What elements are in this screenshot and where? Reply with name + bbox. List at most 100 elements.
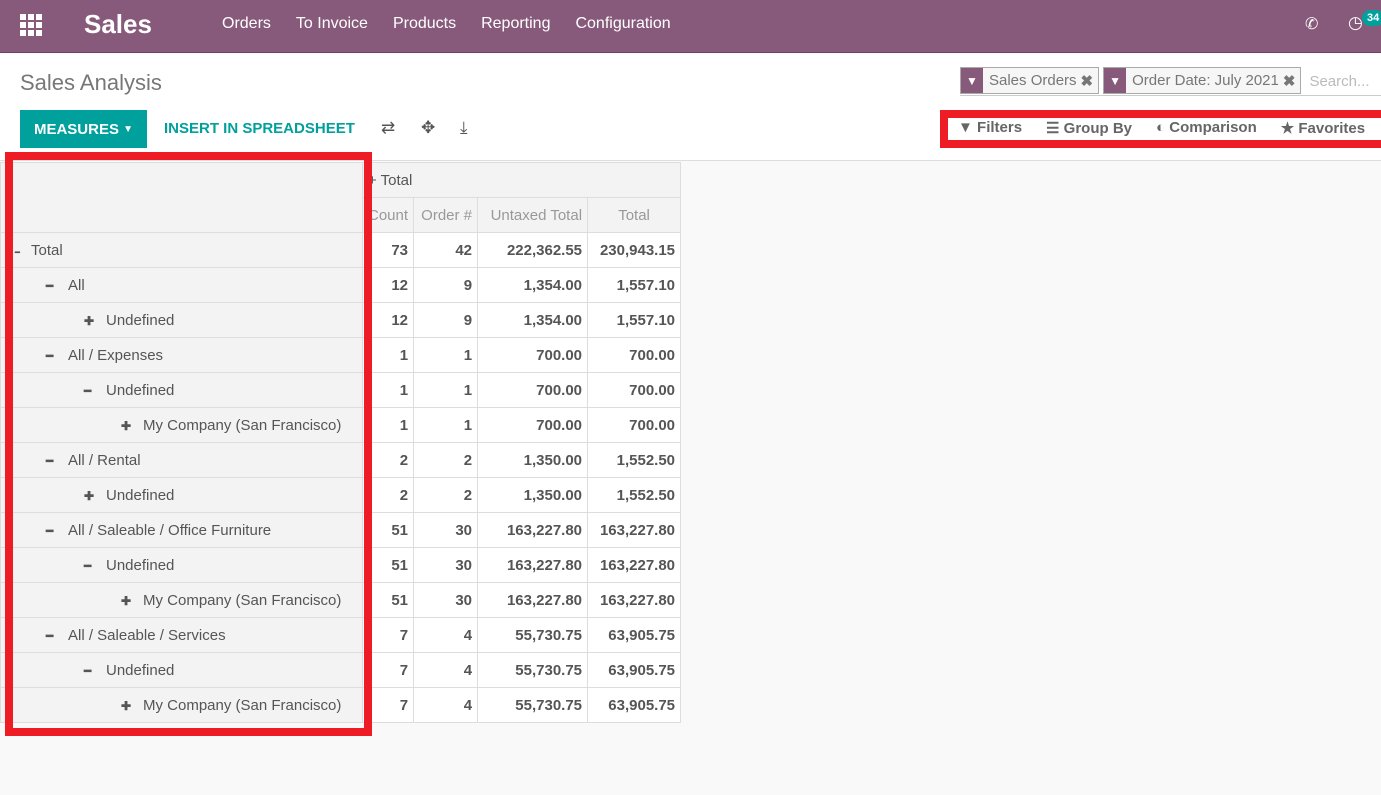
cell-value[interactable]: 51 <box>361 512 415 548</box>
app-name[interactable]: Sales <box>84 9 152 40</box>
cell-value[interactable]: 1 <box>361 337 415 373</box>
cell-value[interactable]: 700.00 <box>587 407 682 443</box>
cell-value[interactable]: 55,730.75 <box>477 617 589 653</box>
cell-value[interactable]: 12 <box>361 302 415 338</box>
remove-facet-icon[interactable]: ✖ <box>1081 72 1099 90</box>
comparison-button[interactable]: ◐ Comparison <box>1156 119 1257 137</box>
row-header[interactable]: ━ All / Expenses <box>0 337 363 373</box>
cell-value[interactable]: 9 <box>413 267 479 303</box>
cell-value[interactable]: 163,227.80 <box>477 582 589 618</box>
cell-value[interactable]: 1,354.00 <box>477 267 589 303</box>
cell-value[interactable]: 700.00 <box>477 372 589 408</box>
search-input[interactable]: Search... <box>1305 67 1369 95</box>
cell-value[interactable]: 1 <box>413 337 479 373</box>
expand-all-icon[interactable]: ✥ <box>421 118 435 138</box>
cell-value[interactable]: 700.00 <box>477 337 589 373</box>
cell-value[interactable]: 51 <box>361 547 415 583</box>
cell-value[interactable]: 2 <box>361 477 415 513</box>
row-header[interactable]: ✚ Undefined <box>0 477 363 513</box>
col-header-total[interactable]: + Total <box>361 162 682 198</box>
cell-value[interactable]: 63,905.75 <box>587 652 682 688</box>
menu-orders[interactable]: Orders <box>222 15 271 33</box>
cell-value[interactable]: 163,227.80 <box>587 582 682 618</box>
cell-value[interactable]: 4 <box>413 617 479 653</box>
cell-value[interactable]: 2 <box>361 442 415 478</box>
cell-value[interactable]: 1,552.50 <box>587 477 682 513</box>
row-header[interactable]: ✚ My Company (San Francisco) <box>0 582 363 618</box>
row-header[interactable]: ✚ My Company (San Francisco) <box>0 687 363 723</box>
cell-value[interactable]: 4 <box>413 687 479 723</box>
cell-value[interactable]: 1 <box>361 407 415 443</box>
measure-header[interactable]: Order # <box>413 197 479 233</box>
row-header[interactable]: ━ Undefined <box>0 547 363 583</box>
row-header[interactable]: ━ Undefined <box>0 372 363 408</box>
measure-header[interactable]: Count <box>361 197 415 233</box>
cell-value[interactable]: 700.00 <box>477 407 589 443</box>
cell-value[interactable]: 9 <box>413 302 479 338</box>
insert-in-spreadsheet-button[interactable]: INSERT IN SPREADSHEET <box>164 120 355 137</box>
measure-header[interactable]: Total <box>587 197 682 233</box>
cell-value[interactable]: 63,905.75 <box>587 617 682 653</box>
cell-value[interactable]: 51 <box>361 582 415 618</box>
menu-configuration[interactable]: Configuration <box>575 15 670 33</box>
cell-value[interactable]: 63,905.75 <box>587 687 682 723</box>
filters-button[interactable]: ▼ Filters <box>958 119 1022 137</box>
cell-value[interactable]: 12 <box>361 267 415 303</box>
cell-value[interactable]: 42 <box>413 232 479 268</box>
cell-value[interactable]: 1,354.00 <box>477 302 589 338</box>
cell-value[interactable]: 700.00 <box>587 372 682 408</box>
cell-value[interactable]: 7 <box>361 617 415 653</box>
search-facet[interactable]: ▼ Sales Orders ✖ <box>960 67 1100 94</box>
cell-value[interactable]: 30 <box>413 582 479 618</box>
cell-value[interactable]: 1 <box>413 372 479 408</box>
cell-value[interactable]: 1,350.00 <box>477 442 589 478</box>
row-header[interactable]: ━ Undefined <box>0 652 363 688</box>
cell-value[interactable]: 55,730.75 <box>477 687 589 723</box>
row-header[interactable]: ━ Total <box>0 232 363 268</box>
cell-value[interactable]: 1,552.50 <box>587 442 682 478</box>
cell-value[interactable]: 30 <box>413 547 479 583</box>
row-label: All <box>68 276 85 294</box>
cell-value[interactable]: 7 <box>361 652 415 688</box>
cell-value[interactable]: 1,557.10 <box>587 302 682 338</box>
cell-value[interactable]: 700.00 <box>587 337 682 373</box>
download-icon[interactable]: ⤓ <box>460 118 468 138</box>
row-header[interactable]: ✚ Undefined <box>0 302 363 338</box>
group-by-button[interactable]: ☰ Group By <box>1046 119 1132 137</box>
menu-products[interactable]: Products <box>393 15 456 33</box>
cell-value[interactable]: 1,557.10 <box>587 267 682 303</box>
row-header[interactable]: ━ All <box>0 267 363 303</box>
activity-clock-icon[interactable]: ◷ <box>1348 13 1363 33</box>
cell-value[interactable]: 163,227.80 <box>477 547 589 583</box>
cell-value[interactable]: 222,362.55 <box>477 232 589 268</box>
cell-value[interactable]: 163,227.80 <box>587 512 682 548</box>
cell-value[interactable]: 163,227.80 <box>477 512 589 548</box>
cell-value[interactable]: 230,943.15 <box>587 232 682 268</box>
cell-value[interactable]: 30 <box>413 512 479 548</box>
cell-value[interactable]: 2 <box>413 442 479 478</box>
row-header[interactable]: ✚ My Company (San Francisco) <box>0 407 363 443</box>
cell-value[interactable]: 7 <box>361 687 415 723</box>
phone-icon[interactable]: ✆ <box>1305 14 1318 34</box>
row-header[interactable]: ━ All / Saleable / Services <box>0 617 363 653</box>
cell-value[interactable]: 1 <box>361 372 415 408</box>
flip-axis-icon[interactable]: ⇄ <box>381 118 395 138</box>
menu-reporting[interactable]: Reporting <box>481 15 550 33</box>
cell-value[interactable]: 73 <box>361 232 415 268</box>
row-header[interactable]: ━ All / Rental <box>0 442 363 478</box>
cell-value[interactable]: 4 <box>413 652 479 688</box>
remove-facet-icon[interactable]: ✖ <box>1283 72 1301 90</box>
measures-button[interactable]: MEASURES ▼ <box>20 110 147 148</box>
cell-value[interactable]: 1 <box>413 407 479 443</box>
cell-value[interactable]: 1,350.00 <box>477 477 589 513</box>
measure-header[interactable]: Untaxed Total <box>477 197 589 233</box>
cell-value[interactable]: 55,730.75 <box>477 652 589 688</box>
menu-to-invoice[interactable]: To Invoice <box>296 15 368 33</box>
favorites-button[interactable]: ★ Favorites <box>1281 119 1365 137</box>
cell-value[interactable]: 163,227.80 <box>587 547 682 583</box>
favorites-label: Favorites <box>1298 120 1366 137</box>
search-facet[interactable]: ▼ Order Date: July 2021 ✖ <box>1103 67 1302 94</box>
row-header[interactable]: ━ All / Saleable / Office Furniture <box>0 512 363 548</box>
cell-value[interactable]: 2 <box>413 477 479 513</box>
apps-grid-icon[interactable] <box>20 14 42 36</box>
